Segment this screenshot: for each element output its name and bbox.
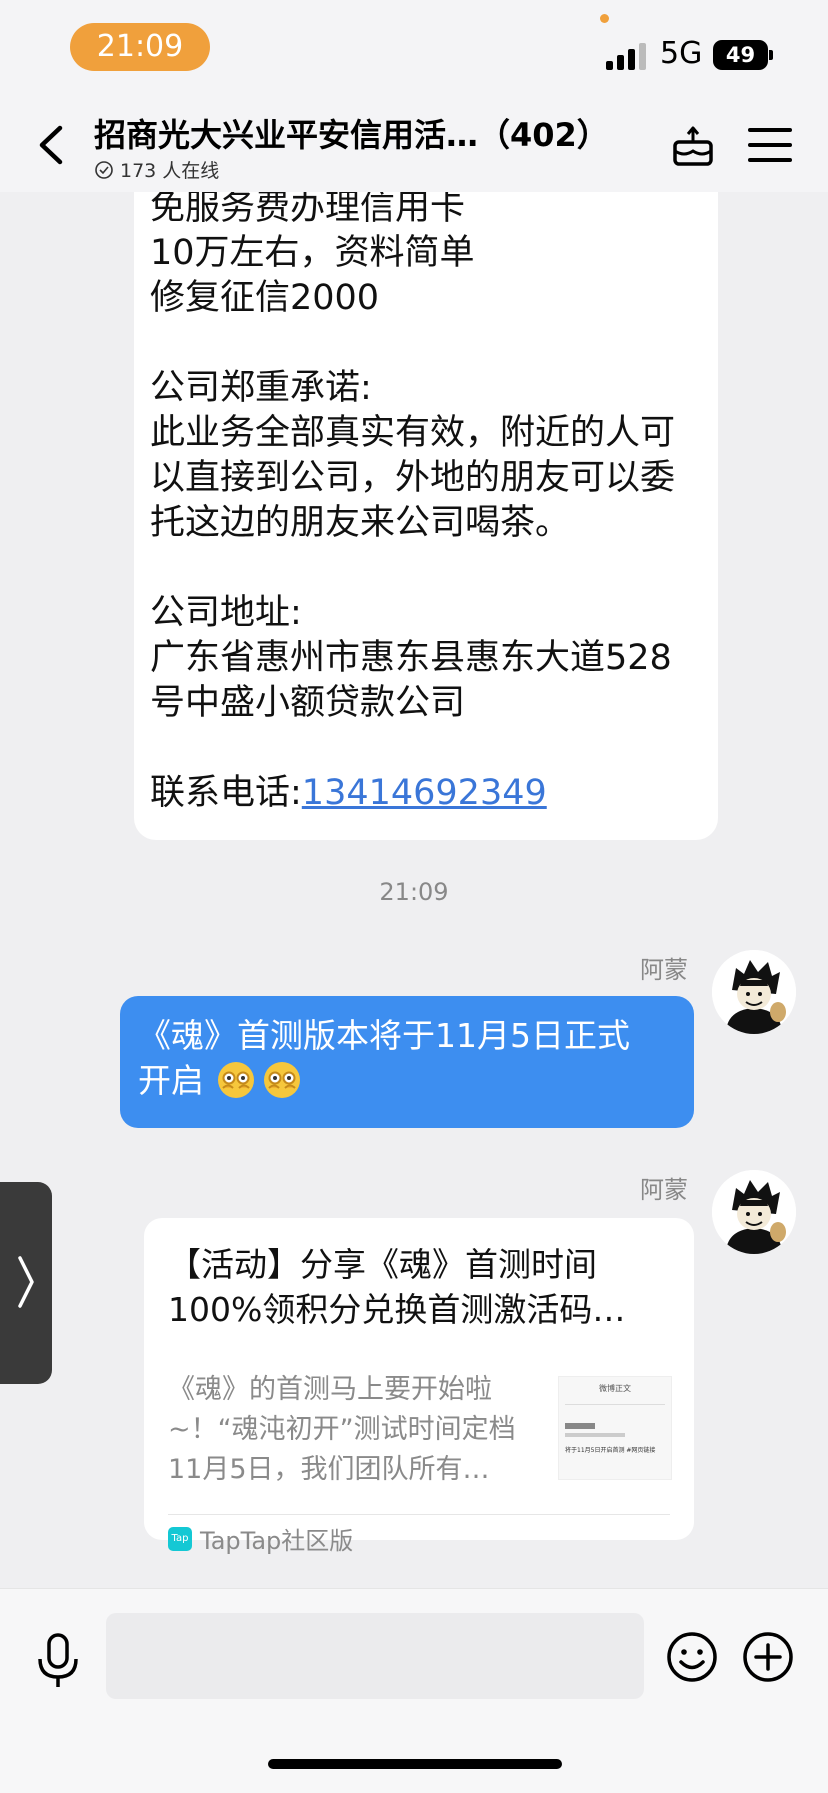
check-circle-icon (95, 160, 113, 179)
back-icon[interactable] (32, 120, 72, 170)
message-line: 此业务全部真实有效，附近的人可 (150, 413, 676, 453)
sent-message-bubble[interactable]: 《魂》首测版本将于11月5日正式 开启 (120, 996, 694, 1128)
status-bar: 21:09 5G 49 (0, 0, 828, 100)
online-count: 173 人在线 (94, 156, 219, 183)
message-line: 10万左右，资料简单 (150, 233, 475, 273)
status-time: 21:09 (70, 23, 210, 71)
battery-nub (769, 50, 773, 60)
peeking-emoji-icon (217, 1062, 254, 1098)
message-line: 号中盛小额贷款公司 (150, 683, 466, 723)
message-line: 广东省惠州市惠东县惠东大道528 (150, 638, 672, 678)
recording-indicator (600, 14, 609, 23)
sender-name: 阿蒙 (640, 956, 688, 984)
cake-icon[interactable] (670, 122, 716, 168)
chat-header: 招商光大兴业平安信用活…（402） 173 人在线 (0, 100, 828, 192)
network-label: 5G (660, 36, 703, 71)
sender-name: 阿蒙 (640, 1176, 688, 1204)
message-timestamp: 21:09 (379, 878, 449, 906)
share-title: 【活动】分享《魂》首测时间100%领积分兑换首测激活码… (168, 1245, 626, 1329)
share-description: 《魂》的首测马上要开始啦~！“魂沌初开”测试时间定档11月5日，我们团队所有… (168, 1374, 516, 1485)
input-bar (0, 1588, 828, 1793)
shared-link-card[interactable]: 【活动】分享《魂》首测时间100%领积分兑换首测激活码… 《魂》的首测马上要开始… (144, 1218, 694, 1555)
message-line: 公司郑重承诺: (150, 368, 372, 408)
side-drawer-handle[interactable] (0, 1182, 52, 1384)
message-input[interactable] (106, 1613, 644, 1699)
share-thumbnail: 微博正文 将于11月5日开启首测 #网页链接 (558, 1376, 672, 1480)
mic-icon[interactable] (34, 1631, 82, 1691)
phone-label: 联系电话: (150, 773, 302, 813)
avatar[interactable] (712, 1170, 796, 1254)
divider (168, 1514, 670, 1515)
thumbnail-heading: 微博正文 (599, 1384, 631, 1393)
avatar-image (712, 950, 796, 1034)
message-line: 修复征信2000 (150, 278, 380, 318)
avatar[interactable] (712, 950, 796, 1034)
taptap-logo-icon: Tap (168, 1526, 192, 1551)
peeking-emoji-icon (263, 1062, 300, 1098)
online-count-label: 173 人在线 (120, 160, 220, 182)
chat-area[interactable]: 免服务费办理信用卡 10万左右，资料简单 修复征信2000 公司郑重承诺: 此业… (0, 192, 828, 1588)
phone-number-link[interactable]: 13414692349 (302, 773, 547, 813)
share-source: Tap TapTap社区版 (168, 1521, 353, 1556)
group-title[interactable]: 招商光大兴业平安信用活…（402） (94, 110, 614, 156)
share-source-label: TapTap社区版 (200, 1527, 354, 1555)
message-line-with-emoji: 开启 (138, 1058, 307, 1103)
home-indicator (268, 1759, 562, 1769)
chevron-right-icon (18, 1256, 34, 1308)
message-line: 《魂》首测版本将于11月5日正式 (138, 1016, 630, 1055)
thumbnail-text: 将于11月5日开启首测 #网页链接 (565, 1447, 656, 1454)
message-line: 免服务费办理信用卡 (150, 192, 466, 228)
signal-icon (606, 42, 648, 70)
battery-icon: 49 (713, 40, 768, 70)
message-line: 开启 (138, 1061, 204, 1100)
plus-icon[interactable] (742, 1631, 794, 1683)
menu-icon[interactable] (748, 126, 792, 164)
phone-line: 联系电话:13414692349 (150, 771, 547, 816)
message-line: 托这边的朋友来公司喝茶。 (150, 503, 571, 543)
message-line: 以直接到公司，外地的朋友可以委 (150, 458, 676, 498)
avatar-image (712, 1170, 796, 1254)
message-line: 公司地址: (150, 593, 302, 633)
emoji-icon[interactable] (666, 1631, 718, 1683)
